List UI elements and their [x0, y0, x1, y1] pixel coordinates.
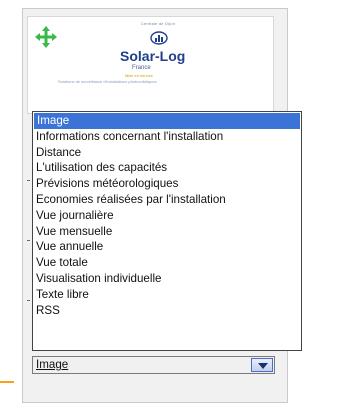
dropdown-option-savings[interactable]: Economies réalisées par l'installation	[33, 192, 301, 208]
widget-type-dropdown-list[interactable]: Image Informations concernant l'installa…	[32, 111, 302, 351]
widget-type-select[interactable]: Image	[32, 356, 275, 374]
divider	[27, 180, 30, 181]
dropdown-option-individual-visualisation[interactable]: Visualisation individuelle	[33, 271, 301, 287]
logo-mark-icon	[150, 31, 168, 45]
chevron-down-icon[interactable]	[251, 358, 273, 372]
dropdown-option-image[interactable]: Image	[34, 113, 300, 129]
dropdown-option-rss[interactable]: RSS	[33, 303, 301, 319]
dropdown-option-installation-info[interactable]: Informations concernant l'installation	[33, 129, 301, 145]
divider	[27, 240, 30, 241]
preview-thumbnail: Centrale de Dijon Solar-Log France Mise …	[27, 16, 274, 114]
brand-subtitle: France	[132, 65, 151, 71]
brand-logo: Solar-Log	[120, 48, 186, 64]
logo-caption: Centrale de Dijon	[140, 21, 176, 26]
divider	[27, 300, 30, 301]
dropdown-option-weather-forecast[interactable]: Prévisions météorologiques	[33, 176, 301, 192]
tagline-secondary: Solutions de surveillance d'installation…	[58, 79, 157, 84]
dropdown-option-total-view[interactable]: Vue totale	[33, 255, 301, 271]
dropdown-option-distance[interactable]: Distance	[33, 145, 301, 161]
dropdown-option-monthly-view[interactable]: Vue mensuelle	[33, 224, 301, 240]
select-current-value: Image	[36, 358, 69, 371]
dropdown-option-yearly-view[interactable]: Vue annuelle	[33, 239, 301, 255]
move-icon[interactable]	[34, 25, 58, 49]
dropdown-option-free-text[interactable]: Texte libre	[33, 287, 301, 303]
accent-line	[0, 381, 14, 383]
tagline-primary: Mise en service	[125, 73, 153, 78]
dropdown-option-capacity-usage[interactable]: L'utilisation des capacités	[33, 160, 301, 176]
dropdown-option-daily-view[interactable]: Vue journalière	[33, 208, 301, 224]
